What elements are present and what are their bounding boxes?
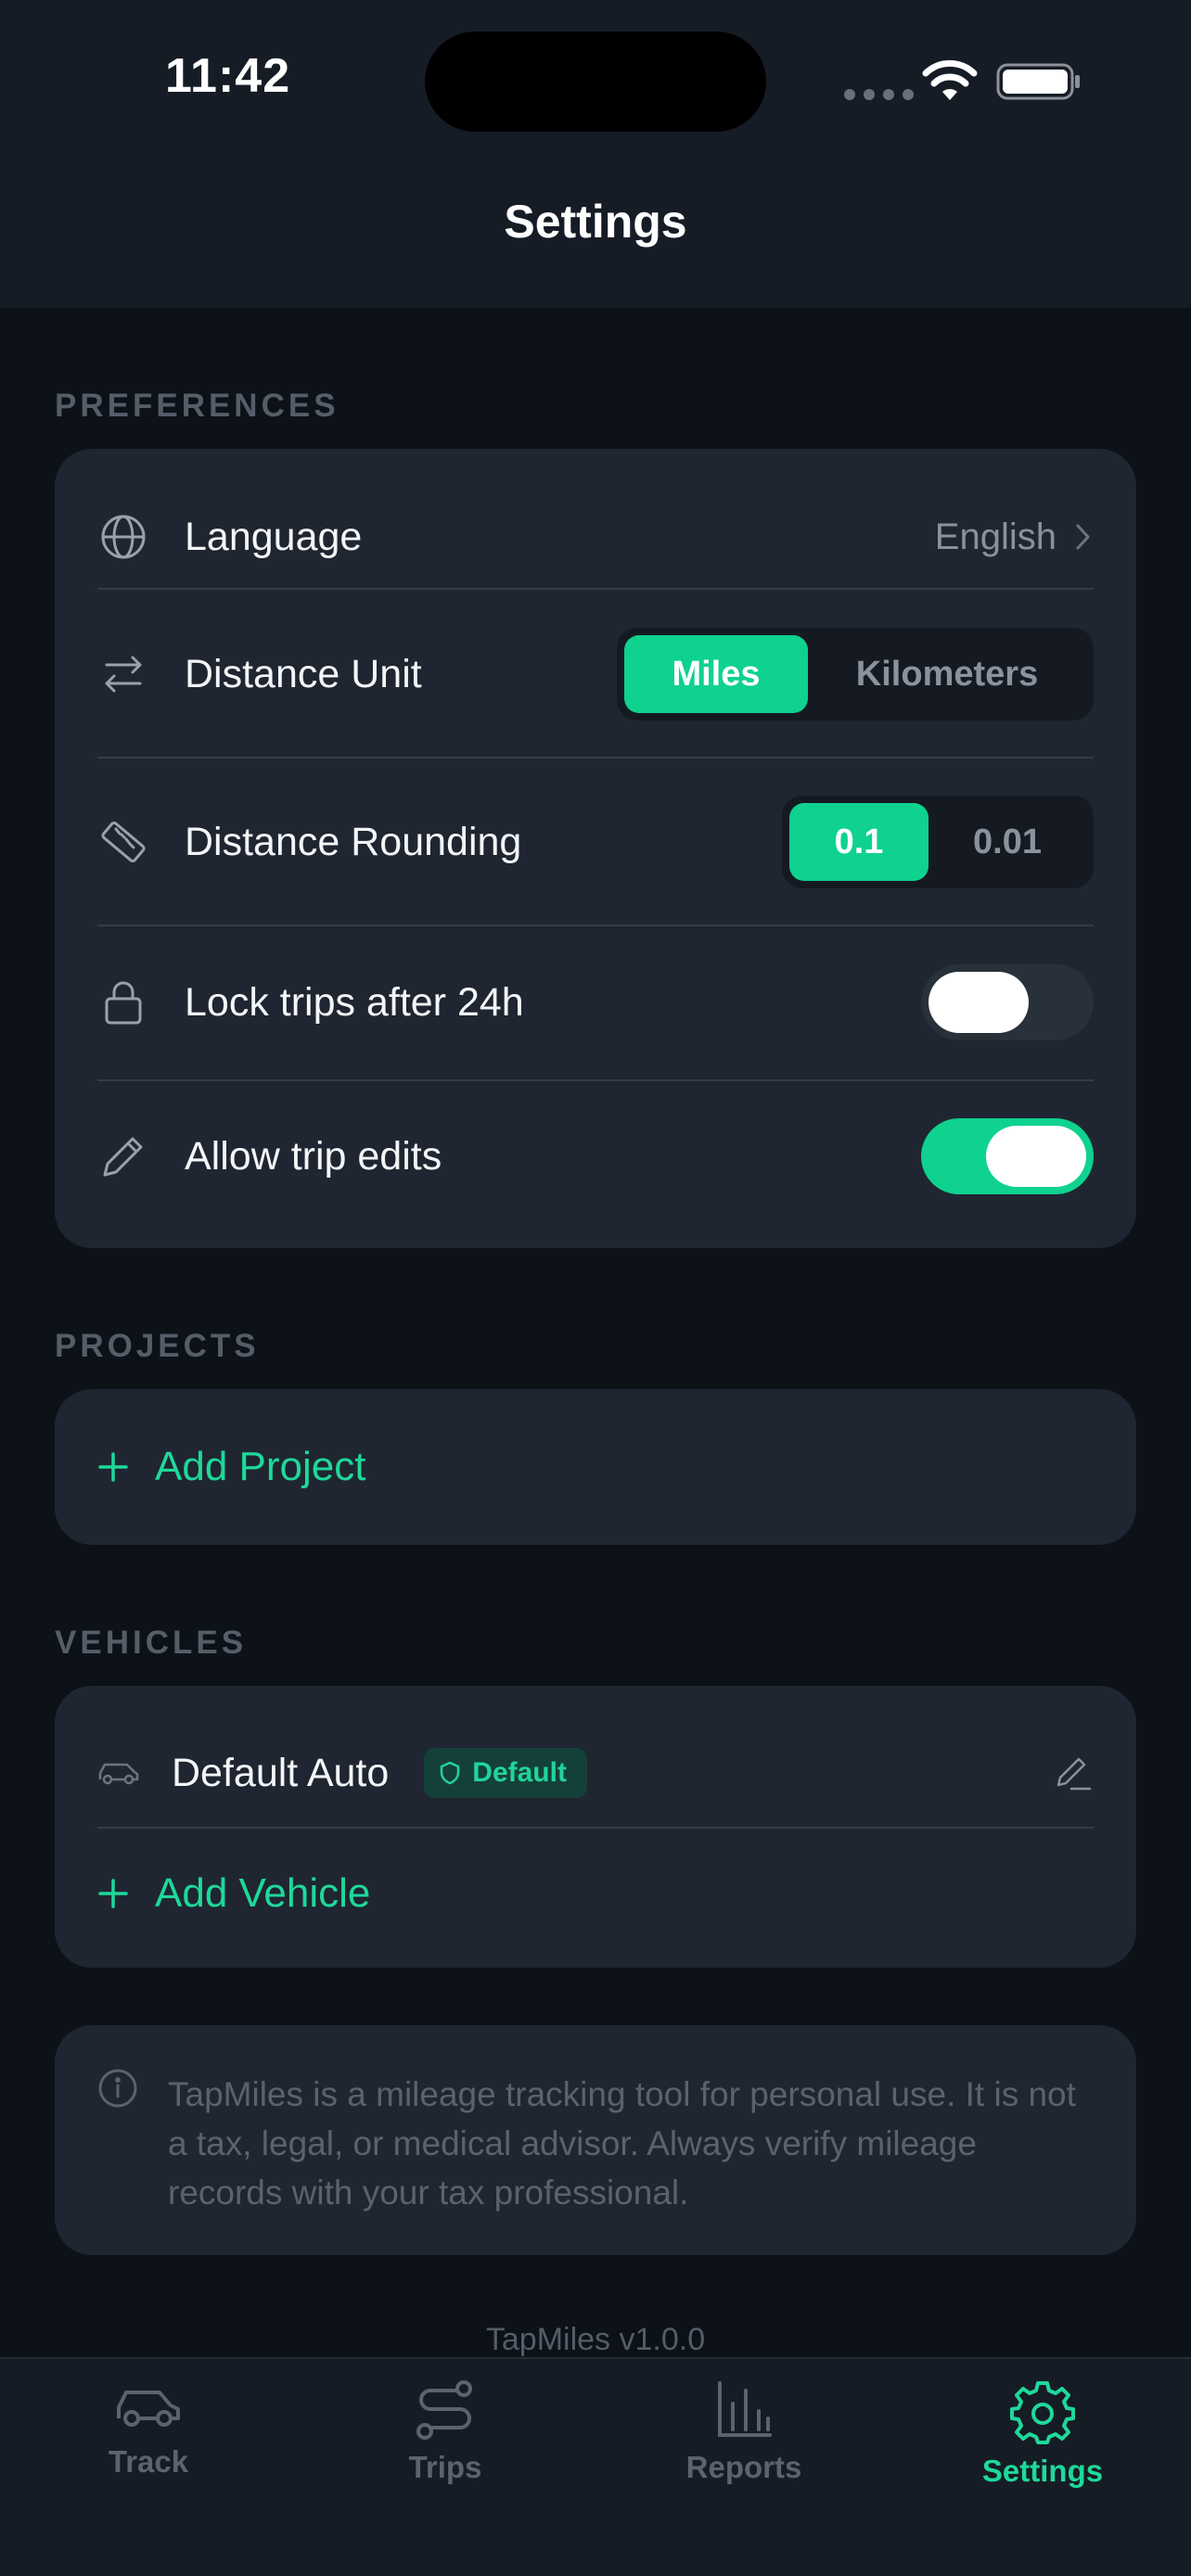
distance-rounding-label: Distance Rounding [185,819,522,864]
app-version: TapMiles v1.0.0 [485,2322,706,2357]
segment-kilometers[interactable]: Kilometers [808,635,1086,713]
divider [97,1079,1094,1081]
section-label-vehicles: VEHICLES [55,1625,248,1661]
language-value: English [934,516,1057,557]
segment-miles[interactable]: Miles [624,635,808,713]
car-icon [117,2391,180,2427]
default-badge: Default [424,1748,587,1798]
add-vehicle-button[interactable]: Add Vehicle [97,1855,1094,1932]
route-icon [416,2380,472,2440]
divider [97,588,1094,590]
distance-rounding-segmented-control: 0.1 0.01 [782,796,1094,888]
lock-icon [97,976,149,1028]
bar-chart-icon [718,2381,772,2437]
language-row[interactable]: Language English [97,499,1094,575]
plus-icon [97,1878,129,1909]
tab-reports-label: Reports [685,2450,802,2484]
tab-settings-label: Settings [981,2454,1104,2488]
lock-trips-toggle[interactable] [921,964,1094,1040]
edit-icon [1057,1757,1092,1791]
top-bar: 11:42 Settings [0,0,1191,308]
tab-track[interactable]: Track [46,2379,250,2480]
segment-rounding-0-1[interactable]: 0.1 [789,803,928,881]
status-time: 11:42 [165,49,291,103]
battery-icon [996,63,1082,100]
cellular-signal-icon [844,89,914,100]
add-project-button[interactable]: Add Project [97,1428,1094,1506]
allow-edits-toggle[interactable] [921,1118,1094,1194]
allow-edits-label: Allow trip edits [185,1133,442,1179]
gear-icon [1010,2381,1075,2444]
preferences-card: Language English Distance Unit Miles Kil… [55,449,1136,1248]
disclaimer-card: TapMiles is a mileage tracking tool for … [55,2025,1136,2255]
edit-vehicle-button[interactable] [1055,1753,1094,1792]
divider [97,757,1094,759]
section-label-projects: PROJECTS [55,1328,260,1364]
lock-trips-row: Lock trips after 24h [97,964,1094,1040]
dynamic-island [425,32,766,132]
distance-unit-segmented-control: Miles Kilometers [617,628,1094,721]
tab-reports[interactable]: Reports [642,2379,846,2485]
pencil-icon [97,1130,149,1182]
segment-rounding-0-01[interactable]: 0.01 [928,803,1086,881]
projects-card: Add Project [55,1389,1136,1545]
vehicles-card: Default Auto Default Add Vehicle [55,1686,1136,1968]
distance-unit-label: Distance Unit [185,651,422,696]
divider [97,1827,1094,1829]
swap-arrows-icon [97,648,149,700]
add-vehicle-label: Add Vehicle [155,1870,371,1916]
lock-trips-label: Lock trips after 24h [185,979,524,1025]
wifi-icon [922,59,978,102]
tab-trips[interactable]: Trips [343,2379,547,2485]
globe-icon [97,511,149,563]
vehicle-name: Default Auto [172,1750,390,1795]
vehicle-row: Default Auto Default [97,1734,1094,1812]
tab-track-label: Track [108,2444,189,2479]
add-project-label: Add Project [155,1444,366,1489]
chevron-right-icon [1073,521,1094,553]
disclaimer-text: TapMiles is a mileage tracking tool for … [168,2075,1076,2212]
tab-trips-label: Trips [408,2450,482,2484]
language-label: Language [185,514,363,559]
tab-bar: Track Trips Reports Settings [0,2357,1191,2576]
plus-icon [97,1451,129,1483]
distance-rounding-row: Distance Rounding 0.1 0.01 [97,796,1094,888]
tab-settings[interactable]: Settings [941,2379,1145,2489]
divider [97,925,1094,926]
distance-unit-row: Distance Unit Miles Kilometers [97,628,1094,721]
section-label-preferences: PREFERENCES [55,388,339,424]
default-badge-label: Default [472,1757,567,1788]
allow-edits-row: Allow trip edits [97,1118,1094,1194]
car-icon [97,1747,140,1799]
info-icon [97,2068,138,2109]
ruler-icon [97,816,149,868]
page-title: Settings [504,196,687,248]
shield-icon [441,1761,460,1785]
